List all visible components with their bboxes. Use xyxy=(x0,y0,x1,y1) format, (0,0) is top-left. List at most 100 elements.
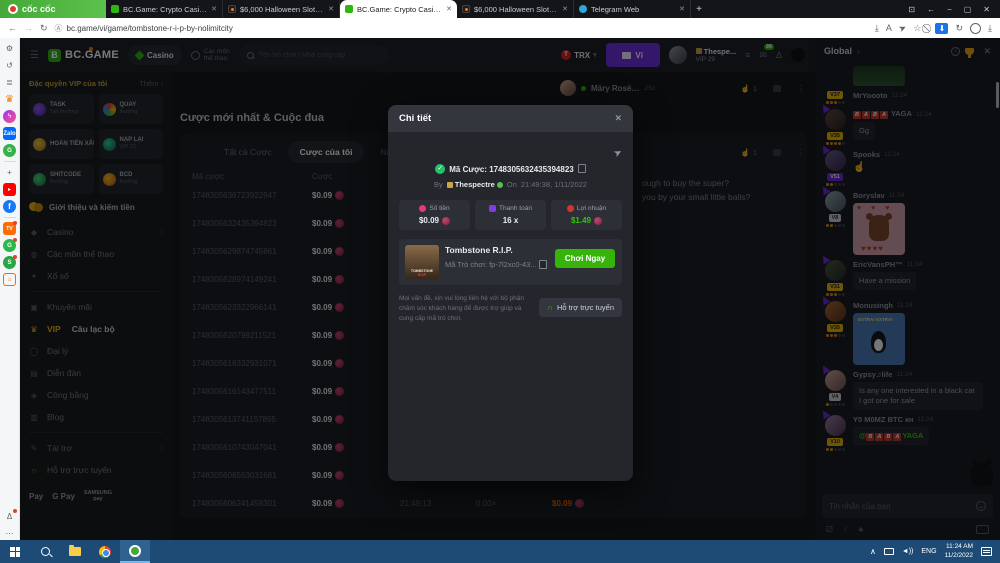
rewards-icon[interactable]: G xyxy=(3,239,16,252)
volume-icon[interactable]: ◄)) xyxy=(902,548,914,555)
game-id: Mã Trò chơi: fp-7l2xc0-43... xyxy=(445,260,547,271)
brand-label: cốc cốc xyxy=(22,4,56,14)
action-center-icon[interactable] xyxy=(981,547,992,556)
modal-body: ➤ ✓ Mã Cược: 1748305632435394823 By Thes… xyxy=(388,132,633,329)
forward-icon[interactable]: → xyxy=(24,23,33,33)
token-icon xyxy=(594,217,602,225)
coccoc-taskbar-icon[interactable] xyxy=(120,540,150,563)
restore-down-icon[interactable]: ← xyxy=(927,5,935,14)
vip-lock-icon xyxy=(447,182,453,188)
bettor-name[interactable]: Thespectre xyxy=(447,180,503,189)
bcgame-page: ☰ Ƀ BC.GAME Casino Các mônthể thao xyxy=(20,38,1000,540)
notification-bell-icon[interactable]: Δ xyxy=(3,510,16,523)
messenger-icon[interactable]: ϟ xyxy=(3,110,16,123)
reading-list-icon[interactable]: ≣ xyxy=(3,76,16,89)
profit-icon xyxy=(567,205,574,212)
promo-favicon xyxy=(462,5,470,13)
minimize-button[interactable]: − xyxy=(947,5,952,14)
download-button[interactable]: ⬇ xyxy=(935,23,948,34)
tray-expand-icon[interactable]: ∧ xyxy=(870,547,876,556)
bet-by-line: By Thespectre On 21:49:38, 1/11/2022 xyxy=(399,180,622,189)
tab-bcgame-1[interactable]: BC.Game: Crypto Casino Gam ✕ xyxy=(106,0,223,18)
verified-check-icon: ✓ xyxy=(435,164,445,174)
promo-favicon xyxy=(228,5,236,13)
share-icon[interactable]: ➤ xyxy=(897,21,908,34)
cart-icon[interactable]: ⌂ xyxy=(3,273,16,286)
close-button[interactable]: ✕ xyxy=(983,5,990,14)
shop-icon[interactable]: S xyxy=(3,256,16,269)
downloads-icon[interactable]: ⤓ xyxy=(988,23,992,34)
translate-icon[interactable]: A xyxy=(886,23,892,33)
file-explorer-icon[interactable] xyxy=(60,540,90,563)
bcgame-favicon xyxy=(345,5,353,13)
divider xyxy=(4,217,16,218)
copy-icon[interactable] xyxy=(580,166,586,173)
tab-close-icon[interactable]: ✕ xyxy=(211,5,217,13)
cast-icon[interactable]: ⊡ xyxy=(908,5,915,14)
chrome-icon[interactable] xyxy=(90,540,120,563)
tab-title: $6,000 Halloween Slot Battle xyxy=(240,5,324,14)
bet-stats: Số tiền $0.09 Thanh toán 16 x Lợi nhuận … xyxy=(399,200,622,230)
tab-promo-2[interactable]: $6,000 Halloween Slot Battle ✕ xyxy=(457,0,574,18)
tab-bcgame-2-active[interactable]: BC.Game: Crypto Casino Gan ✕ xyxy=(340,0,457,18)
windows-taskbar: ∧ ◄)) ENG 11:24 AM 11/2/2022 xyxy=(0,540,1000,563)
language-indicator[interactable]: ENG xyxy=(921,548,936,555)
zalo-icon[interactable]: Zalo xyxy=(3,127,16,140)
game-thumbnail[interactable]: TOMBSTONE R.I.P xyxy=(405,245,439,279)
bookmark-star-icon[interactable]: ☆ xyxy=(913,23,921,34)
start-button[interactable] xyxy=(0,540,30,563)
window-controls: ⊡ ← − ▢ ✕ xyxy=(898,0,1000,18)
tab-title: Telegram Web xyxy=(591,5,675,14)
games-icon[interactable]: G xyxy=(3,144,16,157)
coccoc-brand[interactable]: cốc cốc xyxy=(0,0,106,18)
profile-icon[interactable] xyxy=(970,23,981,34)
back-icon[interactable]: ← xyxy=(8,23,17,33)
reload-icon[interactable]: ↻ xyxy=(40,23,48,34)
maximize-button[interactable]: ▢ xyxy=(964,5,972,14)
sync-icon[interactable]: ↻ xyxy=(955,23,963,34)
new-tab-button[interactable]: + xyxy=(691,0,707,18)
download-tray-icon[interactable]: ⤓ xyxy=(875,23,879,34)
screen: cốc cốc BC.Game: Crypto Casino Gam ✕ $6,… xyxy=(0,0,1000,563)
url-text: bc.game/vi/game/tombstone-r-i-p-by-nolim… xyxy=(67,24,233,33)
divider xyxy=(4,161,16,162)
game-card: TOMBSTONE R.I.P Tombstone R.I.P. Mã Trò … xyxy=(399,239,622,285)
coccoc-sidebar: ⚙ ↺ ≣ ♛ ϟ Zalo G + ▸ f TV G S ⌂ Δ ⋯ xyxy=(0,38,20,540)
copy-icon[interactable] xyxy=(541,262,547,269)
modal-close-icon[interactable]: ✕ xyxy=(614,113,622,124)
tab-close-icon[interactable]: ✕ xyxy=(328,5,334,13)
history-icon[interactable]: ↺ xyxy=(3,59,16,72)
tv-app-icon[interactable]: TV xyxy=(3,222,16,235)
tab-promo-1[interactable]: $6,000 Halloween Slot Battle ✕ xyxy=(223,0,340,18)
browser-tabstrip: cốc cốc BC.Game: Crypto Casino Gam ✕ $6,… xyxy=(0,0,1000,18)
hot-crown-icon[interactable]: ♛ xyxy=(3,93,16,106)
stat-payout: Thanh toán 16 x xyxy=(475,200,546,230)
youtube-icon[interactable]: ▸ xyxy=(3,183,16,196)
stat-profit: Lợi nhuận $1.49 xyxy=(551,200,622,230)
network-icon[interactable] xyxy=(884,548,894,555)
game-name: Tombstone R.I.P. xyxy=(445,245,547,257)
live-support-button[interactable]: ∩ Hỗ trợ trực tuyến xyxy=(539,298,622,317)
add-shortcut-icon[interactable]: + xyxy=(3,166,16,179)
site-info-icon[interactable]: Ⓐ xyxy=(55,23,63,34)
settings-gear-icon[interactable]: ⚙ xyxy=(3,42,16,55)
url-bar[interactable]: Ⓐ bc.game/vi/game/tombstone-r-i-p-by-nol… xyxy=(55,23,868,34)
coccoc-logo-icon xyxy=(8,4,18,14)
bet-id-text: Mã Cược: 1748305632435394823 xyxy=(449,165,573,174)
tab-title: BC.Game: Crypto Casino Gam xyxy=(123,5,207,14)
tab-close-icon[interactable]: ✕ xyxy=(446,5,452,13)
bet-details-modal: Chi tiết ✕ ➤ ✓ Mã Cược: 1748305632435394… xyxy=(388,105,633,481)
share-icon[interactable]: ➤ xyxy=(612,147,625,161)
taskbar-search-icon[interactable] xyxy=(30,540,60,563)
clock[interactable]: 11:24 AM 11/2/2022 xyxy=(945,543,973,559)
more-options-icon[interactable]: ⋯ xyxy=(3,527,16,540)
bcgame-favicon xyxy=(111,5,119,13)
tab-telegram[interactable]: Telegram Web ✕ xyxy=(574,0,691,18)
tab-close-icon[interactable]: ✕ xyxy=(679,5,685,13)
headset-icon: ∩ xyxy=(547,303,553,312)
payout-icon xyxy=(489,205,496,212)
play-now-button[interactable]: Chơi Ngay xyxy=(555,249,615,268)
browser-toolbar: ← → ↻ Ⓐ bc.game/vi/game/tombstone-r-i-p-… xyxy=(0,18,1000,38)
tab-close-icon[interactable]: ✕ xyxy=(562,5,568,13)
facebook-icon[interactable]: f xyxy=(3,200,16,213)
